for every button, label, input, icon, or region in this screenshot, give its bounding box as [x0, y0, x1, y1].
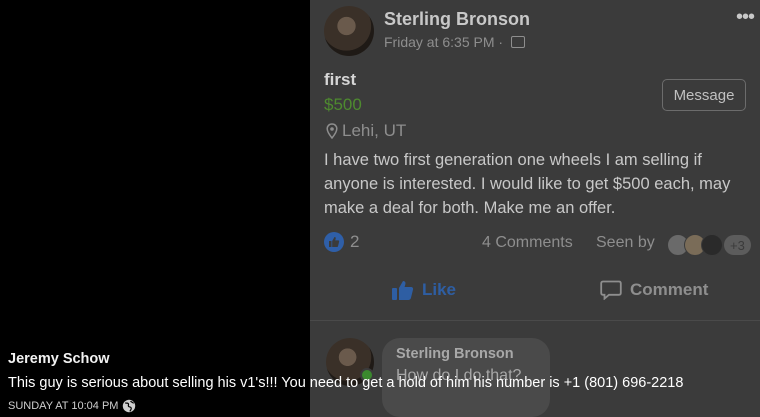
reaction-count: 2 [350, 232, 360, 251]
location-pin-icon [326, 123, 338, 139]
overlay-comment-time[interactable]: SUNDAY AT 10:04 PM [8, 400, 118, 412]
like-reaction-icon [324, 232, 344, 252]
location-text: Lehi, UT [342, 121, 407, 140]
post-timestamp[interactable]: Friday at 6:35 PM · [384, 34, 525, 50]
like-label: Like [422, 280, 457, 299]
comment-button[interactable]: Comment [600, 280, 708, 300]
reactions-summary[interactable]: 2 [324, 232, 359, 252]
overlay-comment-meta: SUNDAY AT 10:04 PM [8, 399, 136, 413]
author-avatar[interactable] [324, 6, 374, 56]
listing-location: Lehi, UT [326, 121, 406, 141]
like-button[interactable]: Like [392, 280, 456, 300]
overlay-comment-text: This guy is serious about selling his v1… [8, 375, 684, 391]
seen-by-avatars[interactable]: +3 [667, 234, 751, 256]
seen-by-more-badge[interactable]: +3 [724, 235, 751, 255]
seen-by-label[interactable]: Seen by [596, 234, 655, 252]
ellipsis-icon[interactable]: ••• [736, 6, 755, 29]
seen-avatar [701, 234, 723, 256]
author-name[interactable]: Sterling Bronson [384, 9, 530, 30]
post-time-text: Friday at 6:35 PM [384, 34, 495, 50]
audience-group-icon [510, 36, 525, 49]
comments-count-link[interactable]: 4 Comments [482, 234, 573, 252]
listing-title: first [324, 70, 357, 89]
overlay-comment-author[interactable]: Jeremy Schow [8, 351, 110, 367]
post-body-text: I have two first generation one wheels I… [324, 151, 731, 217]
divider [310, 320, 760, 321]
comment-label: Comment [630, 280, 709, 299]
thumbs-up-icon [392, 281, 414, 300]
overlay-comment: Jeremy Schow This guy is serious about s… [0, 344, 760, 417]
time-separator: · [498, 34, 504, 50]
globe-icon [123, 399, 136, 413]
comment-bubble-icon [600, 280, 622, 300]
listing-price: $500 [324, 95, 362, 114]
message-button[interactable]: Message [662, 79, 746, 111]
